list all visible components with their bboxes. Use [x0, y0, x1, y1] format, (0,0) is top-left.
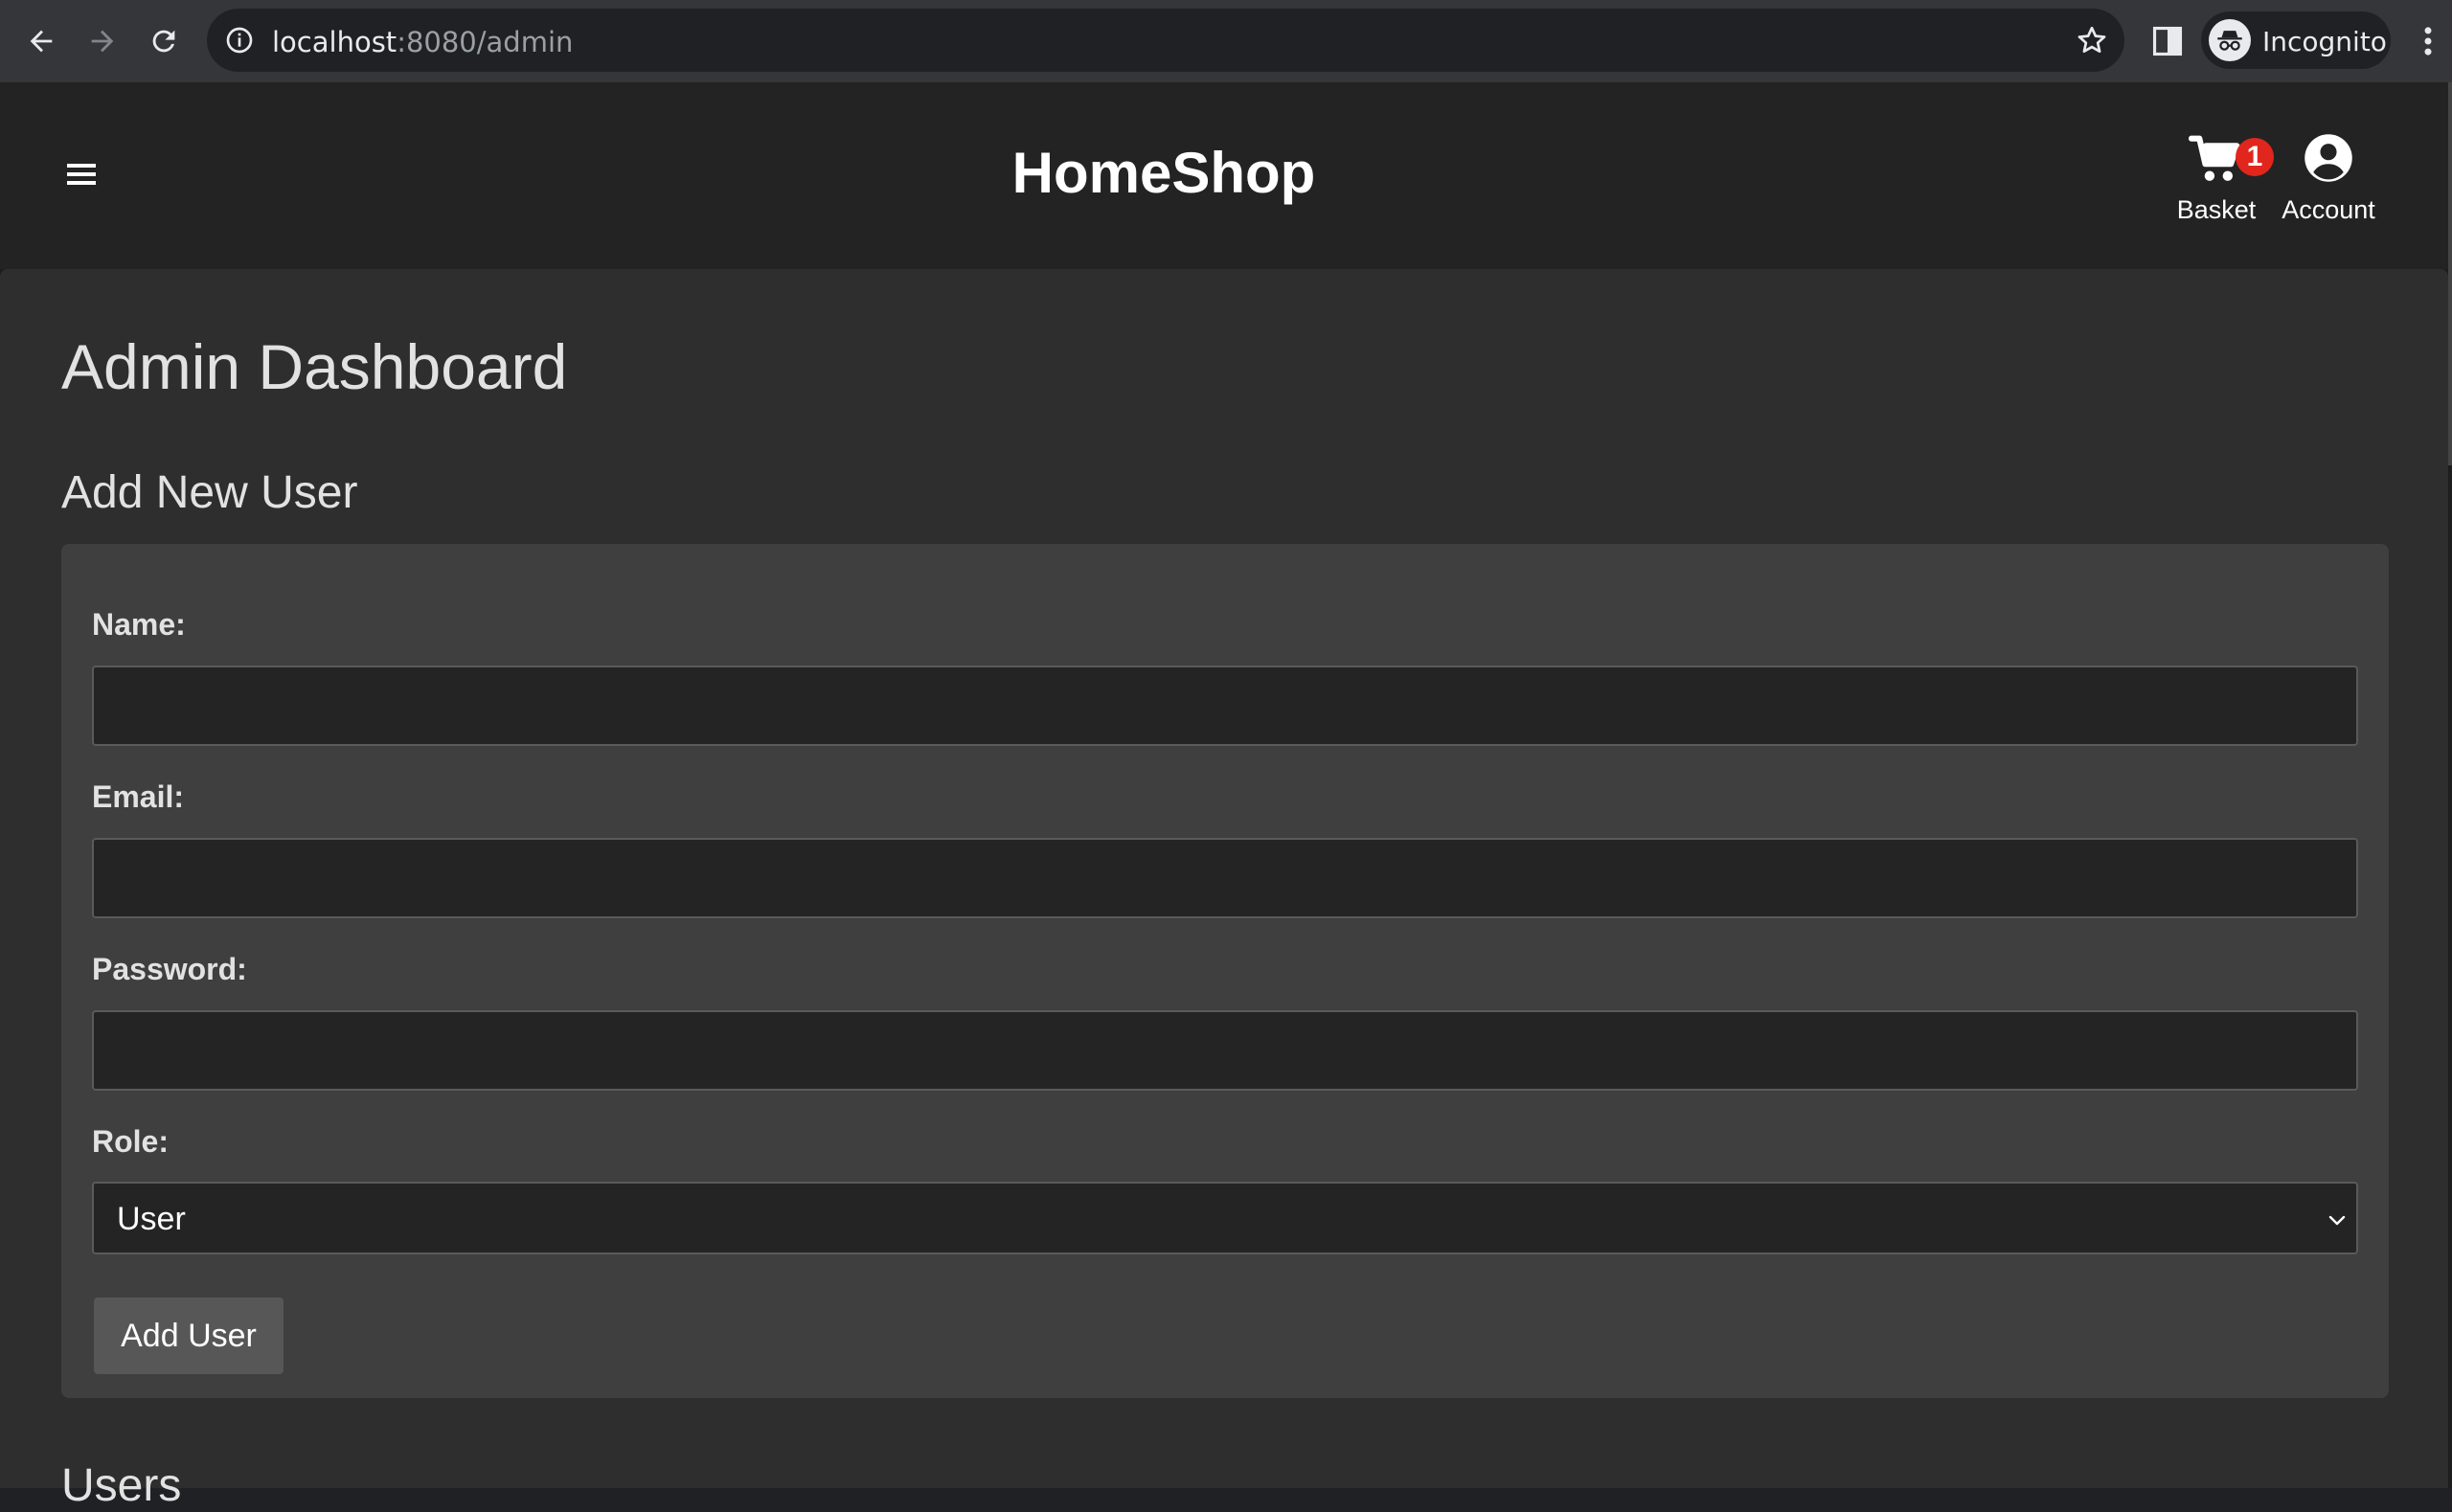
page-title: Admin Dashboard — [61, 331, 568, 402]
brand-title[interactable]: HomeShop — [0, 140, 2327, 206]
add-user-heading: Add New User — [61, 467, 358, 518]
name-input[interactable] — [92, 666, 2358, 746]
role-label: Role: — [92, 1124, 169, 1159]
side-panel-icon[interactable] — [2149, 23, 2186, 59]
url-text: localhost:8080/admin — [272, 26, 574, 58]
site-header: HomeShop 1 Basket Account — [0, 82, 2452, 269]
add-user-form: Name: Email: Password: Role: User Add Us… — [61, 544, 2389, 1398]
info-icon[interactable] — [224, 25, 255, 56]
users-heading: Users — [61, 1460, 182, 1511]
account-label: Account — [2282, 195, 2375, 224]
role-select[interactable]: User — [92, 1182, 2358, 1254]
more-icon[interactable] — [2414, 23, 2442, 59]
name-label: Name: — [92, 607, 186, 642]
basket-count-badge: 1 — [2236, 138, 2274, 176]
reload-icon[interactable] — [140, 17, 188, 65]
browser-toolbar: localhost:8080/admin Incognito — [0, 0, 2452, 82]
account-button[interactable]: Account — [2276, 128, 2381, 225]
basket-button[interactable]: 1 Basket — [2167, 128, 2274, 225]
address-bar[interactable]: localhost:8080/admin — [207, 9, 2124, 72]
profile-label: Incognito — [2262, 26, 2387, 57]
chevron-down-icon — [2328, 1215, 2346, 1226]
main-content: Admin Dashboard Add New User Name: Email… — [0, 269, 2448, 1511]
password-label: Password: — [92, 952, 247, 986]
forward-icon[interactable] — [79, 17, 126, 65]
page-scrollbar[interactable] — [2448, 82, 2452, 465]
password-input[interactable] — [92, 1010, 2358, 1091]
email-input[interactable] — [92, 838, 2358, 918]
profile-button[interactable]: Incognito — [2201, 11, 2391, 69]
star-icon[interactable] — [2075, 23, 2109, 57]
web-page: HomeShop 1 Basket Account Admin Dashboar… — [0, 82, 2452, 1511]
back-icon[interactable] — [17, 17, 65, 65]
email-label: Email: — [92, 779, 185, 814]
add-user-button[interactable]: Add User — [94, 1298, 284, 1374]
account-icon — [2304, 134, 2352, 182]
basket-label: Basket — [2176, 195, 2257, 224]
role-select-value: User — [117, 1201, 186, 1237]
incognito-icon — [2209, 19, 2251, 61]
